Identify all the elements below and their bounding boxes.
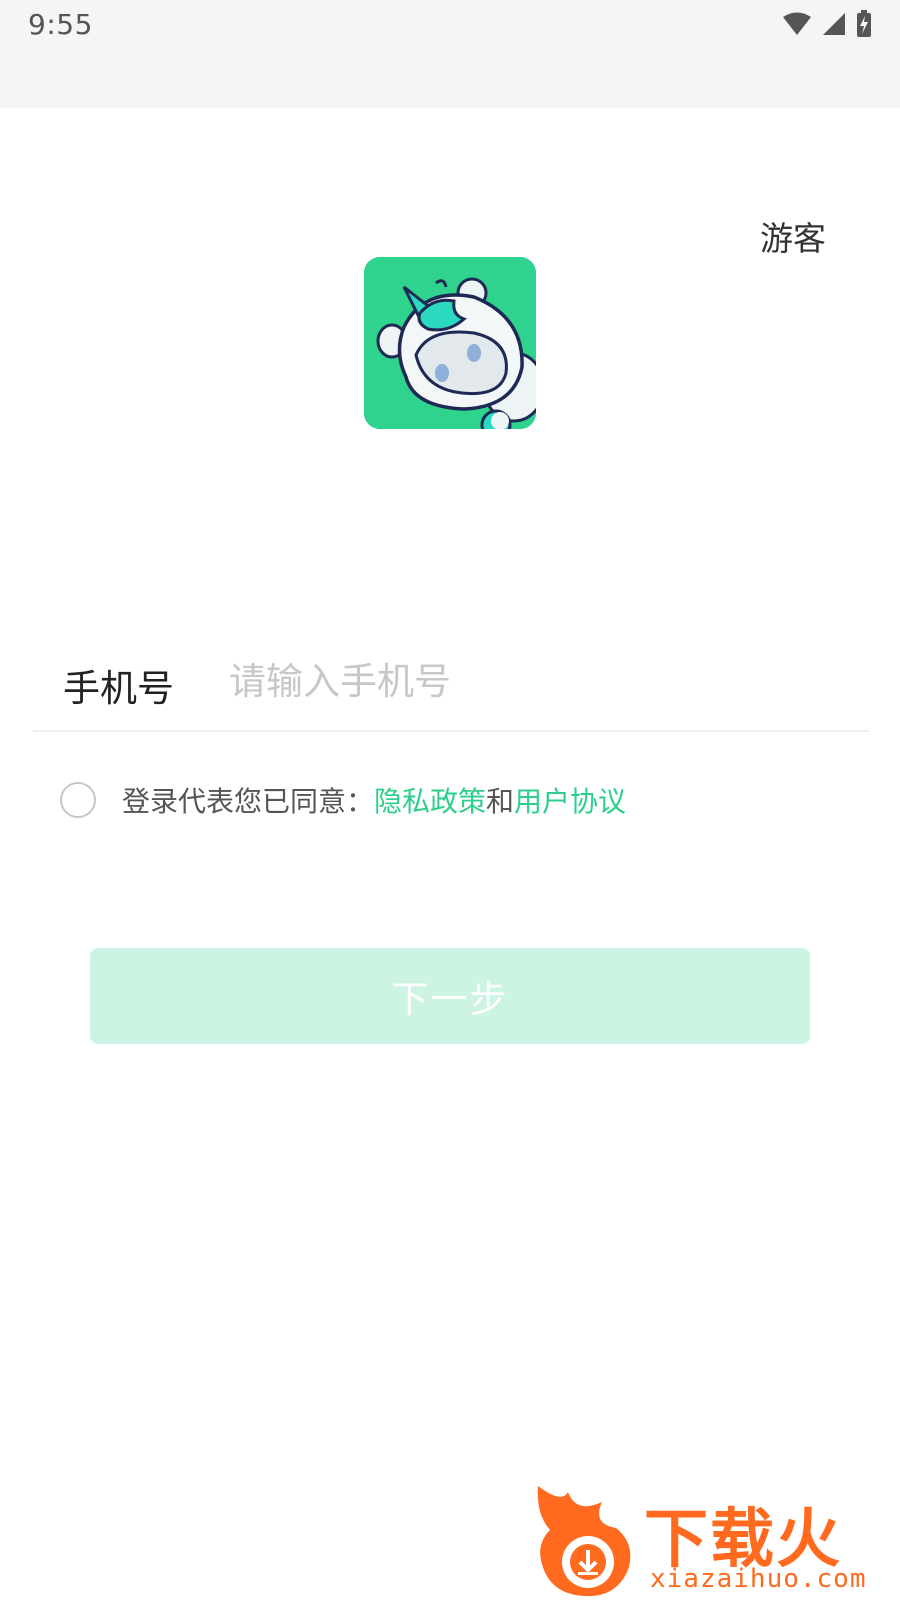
battery-charging-icon bbox=[856, 10, 872, 38]
status-icons bbox=[782, 10, 872, 38]
agreement-prefix-text: 登录代表您已同意： bbox=[122, 785, 375, 818]
phone-label: 手机号 bbox=[63, 667, 174, 710]
app-mascot-logo-icon bbox=[364, 257, 536, 429]
user-agreement-link[interactable]: 用户协议 bbox=[514, 780, 626, 820]
wifi-icon bbox=[782, 12, 812, 36]
status-time: 9:55 bbox=[28, 8, 93, 41]
phone-input-row: 手机号 bbox=[33, 640, 869, 732]
login-screen: 9:55 游客 手机号 请输入手机号 登录代表您已同意： 隐私政策 和 用户协议… bbox=[0, 0, 900, 1600]
site-watermark: 下载火 xiazaihuo.com bbox=[532, 1484, 900, 1600]
privacy-policy-link[interactable]: 隐私政策 bbox=[374, 780, 486, 820]
status-bar: 9:55 bbox=[0, 0, 900, 108]
app-logo bbox=[364, 257, 536, 429]
agreement-row: 登录代表您已同意： 隐私政策 和 用户协议 bbox=[60, 778, 626, 822]
next-step-button[interactable]: 下一步 bbox=[90, 948, 810, 1044]
flame-logo-icon bbox=[537, 1486, 631, 1597]
guest-login-link[interactable]: 游客 bbox=[760, 212, 826, 260]
agreement-checkbox[interactable] bbox=[60, 782, 96, 818]
cellular-signal-icon bbox=[822, 12, 846, 36]
watermark-site: xiazaihuo.com bbox=[650, 1564, 867, 1594]
agreement-conjunction: 和 bbox=[486, 785, 515, 818]
phone-number-input[interactable] bbox=[227, 650, 831, 712]
